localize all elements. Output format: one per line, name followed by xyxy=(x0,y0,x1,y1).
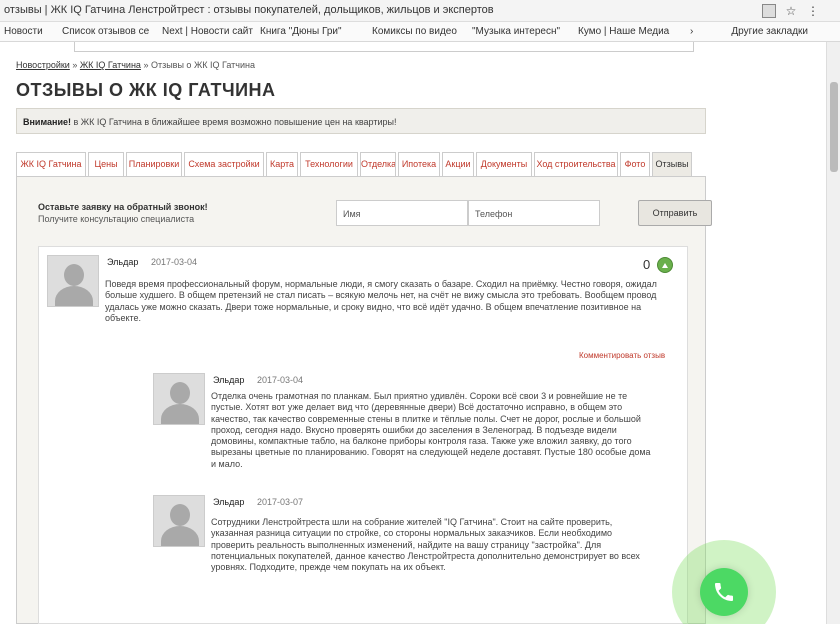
vote-count: 0 xyxy=(643,257,651,272)
phone-icon xyxy=(715,583,733,601)
avatar-head xyxy=(64,264,84,286)
avatar-head xyxy=(170,382,190,404)
avatar xyxy=(153,495,205,547)
chevron-right-icon[interactable]: › xyxy=(690,26,693,37)
reply-text: Отделка очень грамотная по планкам. Был … xyxy=(211,391,651,469)
phone-input[interactable]: Телефон xyxy=(468,200,600,226)
tab-layouts[interactable]: Планировки xyxy=(126,152,182,176)
bookmark-item[interactable]: Список отзывов се xyxy=(62,26,149,37)
reply-date: 2017-03-07 xyxy=(257,497,304,507)
url-dropdown-edge xyxy=(74,42,694,52)
scrollbar-thumb[interactable] xyxy=(830,82,838,172)
breadcrumb-home[interactable]: Новостройки xyxy=(16,60,70,70)
notice-label: Внимание! xyxy=(23,117,71,127)
reviews-list: Эльдар 2017-03-04 0 Поведя время професс… xyxy=(38,246,688,624)
tab-prices[interactable]: Цены xyxy=(88,152,124,176)
callback-form: Оставьте заявку на обратный звонок! Полу… xyxy=(30,196,712,232)
tab-construction[interactable]: Ход строительства xyxy=(534,152,618,176)
tab-technology[interactable]: Технологии xyxy=(300,152,358,176)
browser-title: отзывы | ЖК IQ Гатчина Ленстройтрест : о… xyxy=(4,4,494,16)
avatar-head xyxy=(170,504,190,526)
bookmark-item[interactable]: Книга "Дюны Гри" xyxy=(260,26,342,37)
scrollbar[interactable] xyxy=(826,42,840,624)
tab-complex[interactable]: ЖК IQ Гатчина xyxy=(16,152,86,176)
bookmark-item[interactable]: Комиксы по видео xyxy=(372,26,457,37)
menu-icon[interactable]: ⋮ xyxy=(806,4,820,18)
bookmark-item[interactable]: "Музыка интересн" xyxy=(472,26,560,37)
submit-button[interactable]: Отправить xyxy=(638,200,712,226)
breadcrumb-current: Отзывы о ЖК IQ Гатчина xyxy=(150,60,255,70)
reply-author: Эльдар xyxy=(213,375,245,385)
avatar-body xyxy=(55,286,93,306)
tab-reviews[interactable]: Отзывы xyxy=(652,152,692,177)
bookmarks-bar: Новости Список отзывов се Next | Новости… xyxy=(0,22,840,42)
star-icon[interactable]: ☆ xyxy=(784,4,798,18)
avatar xyxy=(153,373,205,425)
avatar-body xyxy=(161,526,199,546)
notice-banner: Внимание! в ЖК IQ Гатчина в ближайшее вр… xyxy=(16,108,706,134)
window-square-icon[interactable] xyxy=(762,4,776,18)
tab-map[interactable]: Карта xyxy=(266,152,298,176)
callback-title: Оставьте заявку на обратный звонок! xyxy=(38,202,208,212)
reply-author: Эльдар xyxy=(213,497,245,507)
upvote-icon[interactable] xyxy=(657,257,673,273)
name-input[interactable]: Имя xyxy=(336,200,468,226)
review-author: Эльдар xyxy=(107,257,139,267)
tab-documents[interactable]: Документы xyxy=(476,152,532,176)
avatar xyxy=(47,255,99,307)
review-text: Поведя время профессиональный форум, нор… xyxy=(105,279,657,323)
notice-text: в ЖК IQ Гатчина в ближайшее время возмож… xyxy=(73,117,397,127)
tab-finishing[interactable]: Отделка xyxy=(360,152,396,176)
comment-link[interactable]: Комментировать отзыв xyxy=(579,351,665,360)
callback-subtitle: Получите консультацию специалиста xyxy=(38,214,195,224)
breadcrumb-separator: » xyxy=(72,60,78,70)
page-title: ОТЗЫВЫ О ЖК IQ ГАТЧИНА xyxy=(16,80,276,100)
tab-photos[interactable]: Фото xyxy=(620,152,650,176)
bookmark-item[interactable]: Кумо | Наше Медиа xyxy=(578,26,669,37)
tab-mortgage[interactable]: Ипотека xyxy=(398,152,440,176)
reply-date: 2017-03-04 xyxy=(257,375,304,385)
other-bookmarks[interactable]: Другие закладки xyxy=(731,26,808,37)
breadcrumb-separator: » xyxy=(143,60,149,70)
tab-promotions[interactable]: Акции xyxy=(442,152,474,176)
reply-text: Сотрудники Ленстройтреста шли на собрани… xyxy=(211,517,640,573)
breadcrumb-section[interactable]: ЖК IQ Гатчина xyxy=(80,60,141,70)
avatar-body xyxy=(161,404,199,424)
breadcrumb: Новостройки » ЖК IQ Гатчина » Отзывы о Ж… xyxy=(16,60,255,70)
review-date: 2017-03-04 xyxy=(151,257,198,267)
browser-titlebar: отзывы | ЖК IQ Гатчина Ленстройтрест : о… xyxy=(0,0,840,22)
call-button[interactable] xyxy=(700,568,748,616)
bookmark-item[interactable]: Новости xyxy=(4,26,43,37)
tab-site-plan[interactable]: Схема застройки xyxy=(184,152,264,176)
bookmark-item[interactable]: Next | Новости сайт xyxy=(162,26,253,37)
